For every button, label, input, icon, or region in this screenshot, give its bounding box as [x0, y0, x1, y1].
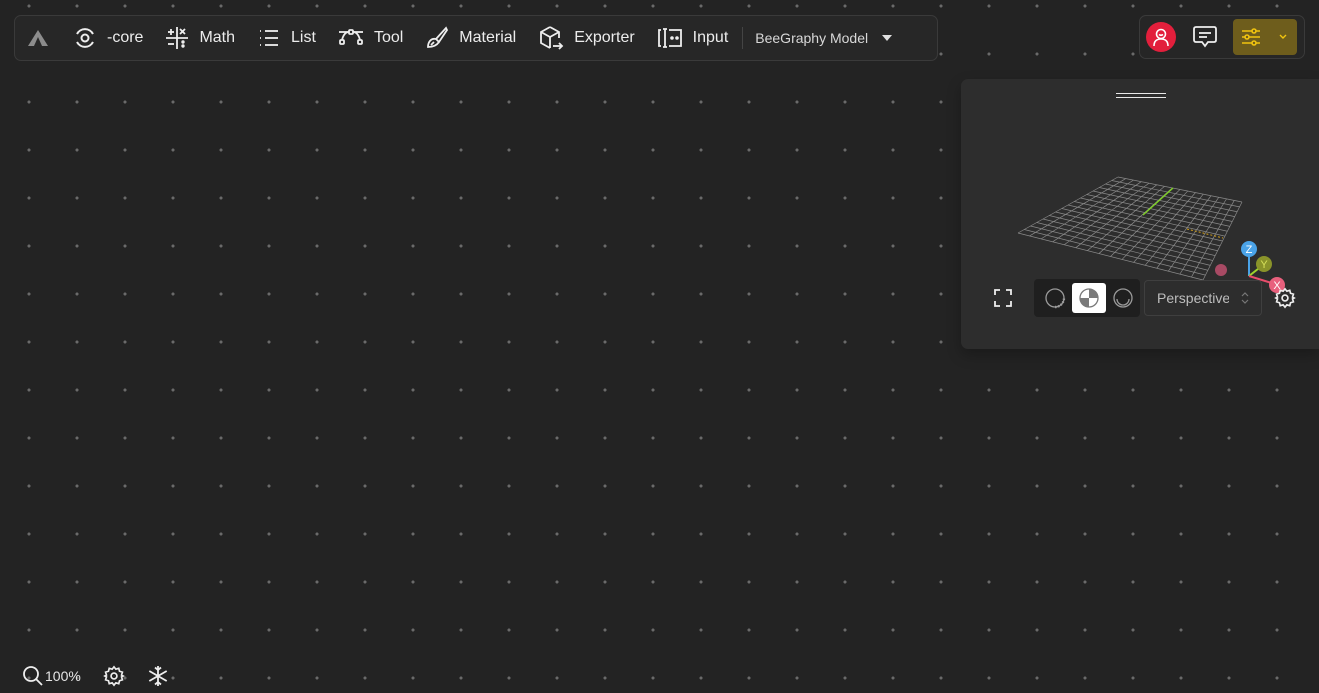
shading-mode-group [1034, 279, 1140, 317]
toolbar-item-label: -core [107, 29, 144, 46]
toolbar-item-input[interactable]: Input [657, 16, 729, 60]
chevron-down-icon[interactable] [1278, 34, 1288, 40]
toolbar-item-label: Exporter [574, 29, 635, 46]
toolbar-item-label: Math [199, 29, 236, 46]
caret-down-icon [882, 35, 893, 41]
grid-line [1036, 222, 1211, 266]
toolbar-item-material[interactable]: Material [425, 16, 516, 60]
toolbar-item-label: Material [459, 29, 517, 46]
projection-select[interactable]: Perspective [1144, 280, 1262, 316]
rendered-sphere-icon [1113, 288, 1133, 308]
settings-split-button[interactable] [1233, 19, 1297, 55]
math-icon [166, 27, 189, 49]
viewport-panel[interactable]: Z Y X Perspective [961, 79, 1319, 349]
toolbar-item-label: List [291, 29, 316, 46]
canvas-settings-button[interactable] [102, 665, 125, 687]
toolbar-item-exporter[interactable]: Exporter [538, 16, 635, 60]
top-right-controls [1139, 15, 1305, 59]
updown-chevron-icon [1241, 292, 1249, 304]
chat-icon [1193, 26, 1217, 48]
gear-icon [102, 665, 125, 687]
shaded-sphere-icon [1079, 288, 1099, 308]
input-icon [657, 28, 682, 48]
beegraphy-logo-icon [28, 30, 48, 46]
snowflake-icon [148, 666, 167, 686]
shading-rendered-button[interactable] [1106, 283, 1140, 313]
wireframe-sphere-icon [1045, 288, 1066, 309]
shading-wireframe-button[interactable] [1038, 283, 1072, 313]
projection-value: Perspective [1157, 290, 1229, 306]
toolbar-item-label: Input [692, 29, 729, 46]
viewer-settings-button[interactable] [1274, 287, 1296, 309]
logo-button[interactable] [27, 16, 49, 60]
toolbar-item-list[interactable]: List [257, 16, 316, 60]
sliders-icon [1242, 28, 1260, 46]
user-icon [1153, 28, 1169, 47]
core-icon [76, 28, 94, 48]
search-icon [23, 666, 43, 686]
list-icon [260, 30, 279, 46]
grid-line [1049, 215, 1216, 256]
zoom-control[interactable]: 100% [22, 665, 81, 687]
toolbar-item-core[interactable]: -core [73, 16, 143, 60]
user-avatar[interactable] [1146, 22, 1176, 52]
exporter-icon [540, 26, 564, 50]
model-select[interactable]: BeeGraphy Model [755, 30, 893, 46]
viewer-controls: Perspective [991, 279, 1296, 317]
toolbar-item-label: Tool [373, 29, 404, 46]
freeze-button[interactable] [147, 665, 169, 687]
bottom-bar: 100% [22, 663, 169, 689]
grid-line [1042, 218, 1213, 261]
fullscreen-button[interactable] [991, 286, 1015, 310]
node-toolbar: -core Math List Tool Material Exporter I… [14, 15, 938, 61]
comments-button[interactable] [1192, 25, 1218, 49]
tool-icon [338, 29, 363, 45]
brush-icon [427, 26, 449, 48]
shading-shaded-button[interactable] [1072, 283, 1106, 313]
model-select-value: BeeGraphy Model [755, 30, 869, 46]
fullscreen-icon [994, 289, 1012, 307]
toolbar-divider [742, 27, 744, 49]
gear-icon [1274, 287, 1296, 309]
toolbar-item-math[interactable]: Math [165, 16, 235, 60]
zoom-level: 100% [45, 668, 81, 684]
toolbar-item-tool[interactable]: Tool [338, 16, 403, 60]
